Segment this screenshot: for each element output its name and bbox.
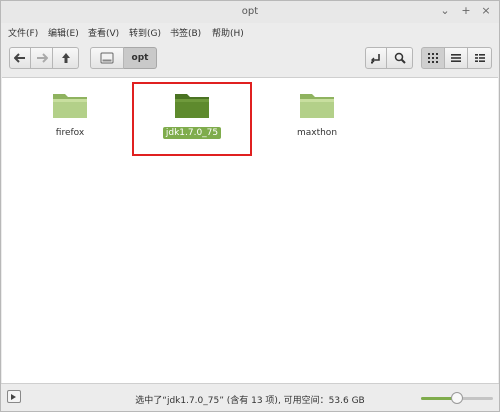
close-button[interactable]: × [479,4,493,18]
folder-label: maxthon [296,128,338,138]
menu-view[interactable]: 查看(V) [88,26,119,39]
list-view-button[interactable] [445,47,468,69]
arrow-right-icon [36,53,48,63]
folder-icon [53,94,87,118]
drive-icon [100,52,114,64]
up-button[interactable] [53,47,79,69]
folder-icon [300,94,334,118]
folder-label: firefox [55,128,85,138]
compact-view-button[interactable] [468,47,492,69]
folder-item-maxthon[interactable]: maxthon [277,90,357,139]
menu-edit[interactable]: 编辑(E) [48,26,79,39]
file-view-area[interactable]: firefox jdk1.7.0_75 maxthon [2,77,498,383]
grid-view-icon [428,53,438,63]
arrow-up-icon [61,53,70,63]
list-view-icon [451,54,461,62]
path-root-button[interactable] [90,47,124,69]
icon-view-button[interactable] [421,47,445,69]
zoom-slider[interactable] [421,392,493,404]
location-edit-icon [371,54,380,64]
menu-file[interactable]: 文件(F) [8,26,38,39]
menu-help[interactable]: 帮助(H) [212,26,244,39]
menu-bar: 文件(F) 编辑(E) 查看(V) 转到(G) 书签(B) 帮助(H) [1,23,499,41]
status-bar: 选中了“jdk1.7.0_75” (含有 13 项), 可用空间：53.6 GB [1,383,499,411]
file-manager-window: opt ⌄ + × 文件(F) 编辑(E) 查看(V) 转到(G) 书签(B) … [0,0,500,412]
path-segment-opt[interactable]: opt [124,47,157,69]
annotation-highlight-box [132,82,252,156]
window-title: opt [241,6,259,17]
back-button[interactable] [9,47,31,69]
search-button[interactable] [387,47,413,69]
zoom-slider-thumb[interactable] [451,392,463,404]
menu-bookmarks[interactable]: 书签(B) [170,26,201,39]
folder-item-firefox[interactable]: firefox [30,90,110,139]
menu-go[interactable]: 转到(G) [129,26,161,39]
arrow-left-icon [14,53,25,63]
forward-button[interactable] [31,47,53,69]
toggle-location-button[interactable] [365,47,387,69]
title-bar[interactable]: opt ⌄ + × [1,1,499,23]
toolbar: opt [1,41,499,77]
minimize-button[interactable]: ⌄ [438,4,452,18]
search-icon [394,52,406,64]
maximize-button[interactable]: + [459,4,473,18]
compact-view-icon [474,54,485,62]
